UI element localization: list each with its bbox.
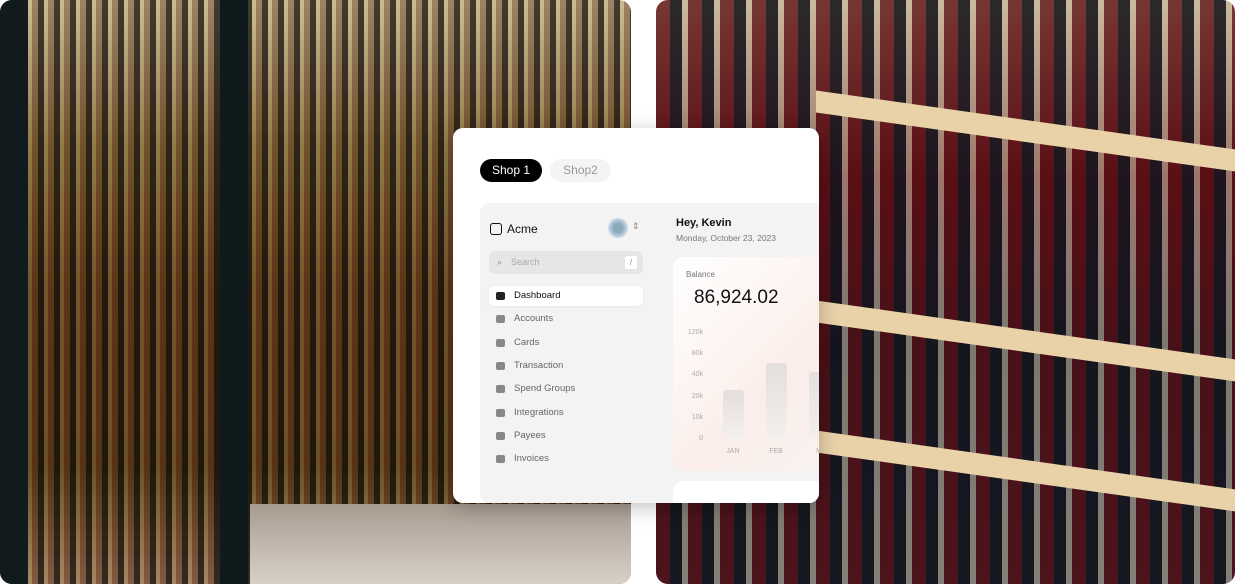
sidebar-item-invoices[interactable]: Invoices (489, 449, 643, 469)
sidebar-item-label: Transaction (514, 359, 564, 371)
y-tick-label: 10k (691, 414, 703, 421)
sidebar-item-cards[interactable]: Cards (489, 333, 643, 353)
sidebar-item-dashboard[interactable]: Dashboard (489, 286, 643, 306)
chevron-up-down-icon[interactable]: ⇕ (632, 221, 640, 232)
sidebar-item-payees[interactable]: Payees (489, 426, 643, 446)
contact-icon (496, 431, 505, 440)
logo-icon (490, 223, 502, 235)
shortcut-key: / (625, 256, 637, 269)
bar-jan (723, 390, 744, 439)
sidebar-item-spend-groups[interactable]: Spend Groups (489, 379, 643, 399)
archive-icon (496, 455, 505, 464)
brand: Acme (490, 222, 538, 236)
tag-icon (496, 385, 505, 394)
bar-feb (766, 363, 787, 439)
search-input[interactable]: ⌕ Search / (489, 251, 643, 274)
sidebar-item-label: Spend Groups (514, 383, 576, 395)
users-icon (496, 315, 505, 324)
y-tick-label: 0 (699, 435, 703, 442)
sidebar-item-label: Invoices (514, 453, 549, 465)
sidebar-item-label: Cards (514, 336, 540, 348)
x-tick-label: M (804, 448, 819, 455)
avatar[interactable] (608, 218, 628, 238)
y-tick-label: 20k (691, 393, 703, 400)
main-content: Hey, Kevin Monday, October 23, 2023 Bala… (673, 203, 819, 503)
dashboard: Acme ⇕ ⌕ Search / Dashboard Accounts Cards Tr… (480, 203, 819, 503)
sidebar: Acme ⇕ ⌕ Search / Dashboard Accounts Cards Tr… (480, 203, 673, 503)
search-placeholder: Search (511, 257, 540, 267)
balance-label: Balance (686, 270, 715, 279)
x-tick-label: JAN (726, 448, 740, 455)
y-tick-label: 40k (691, 371, 703, 378)
dashboard-preview-card: Shop 1 Shop2 Acme ⇕ ⌕ Search / Dashboard Ac… (453, 128, 819, 503)
sidebar-item-label: Accounts (514, 313, 554, 325)
sidebar-item-label: Dashboard (514, 290, 561, 301)
pie-chart-icon (496, 361, 505, 370)
sidebar-item-accounts[interactable]: Accounts (489, 309, 643, 329)
y-tick-label: 80k (691, 350, 703, 357)
search-icon: ⌕ (497, 257, 503, 267)
x-tick-label: FEB (769, 448, 783, 455)
bar-m (809, 372, 819, 439)
secondary-panel (673, 481, 819, 503)
sidebar-item-integrations[interactable]: Integrations (489, 403, 643, 423)
sidebar-item-label: Payees (514, 429, 546, 441)
grid-icon (496, 408, 505, 417)
tab-shop-1[interactable]: Shop 1 (480, 159, 542, 182)
balance-panel: Balance 86,924.02 120k 80k 40k 20k 10k 0 JAN FE… (673, 257, 819, 471)
sidebar-item-transaction[interactable]: Transaction (489, 356, 643, 376)
card-icon (496, 338, 505, 347)
date: Monday, October 23, 2023 (676, 233, 777, 243)
home-icon (496, 292, 505, 300)
greeting: Hey, Kevin (676, 217, 732, 229)
y-tick-label: 120k (687, 329, 703, 336)
tab-shop-2[interactable]: Shop2 (550, 159, 611, 182)
balance-value: 86,924.02 (694, 287, 779, 308)
brand-name: Acme (507, 222, 538, 236)
sidebar-item-label: Integrations (514, 406, 564, 418)
